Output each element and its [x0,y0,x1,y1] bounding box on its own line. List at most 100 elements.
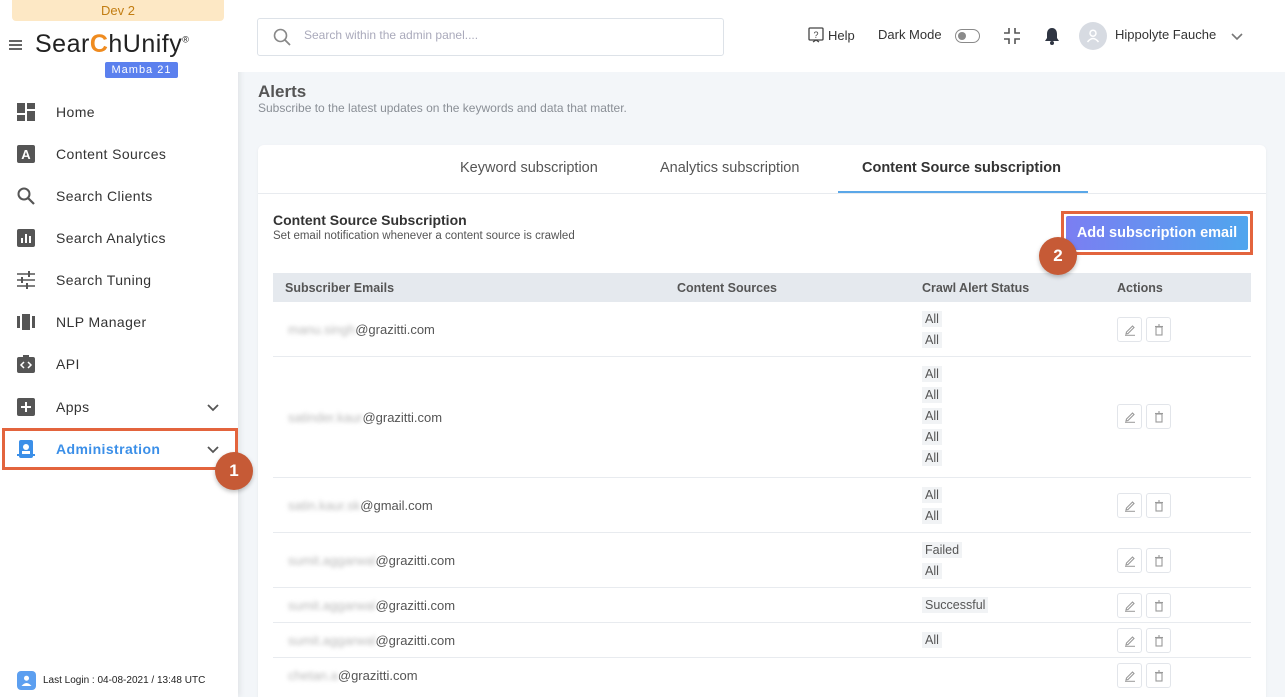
delete-button[interactable] [1146,663,1171,688]
subscriber-email: chetan.a@grazitti.com [288,668,418,683]
delete-button[interactable] [1146,317,1171,342]
edit-button[interactable] [1117,493,1142,518]
trash-icon [1154,634,1163,647]
edit-button[interactable] [1117,663,1142,688]
chevron-down-icon[interactable] [206,400,220,414]
help-icon: ? [808,27,824,43]
crawl-alert-status: Failed All [922,542,963,584]
chevron-down-icon[interactable] [1231,30,1243,42]
trash-icon [1154,669,1163,682]
bell-icon[interactable] [1044,27,1060,45]
delete-button[interactable] [1146,404,1171,429]
crawl-alert-status: Successful [922,597,989,618]
status-badge: Failed [922,542,963,558]
row-actions [1117,493,1171,518]
page-subtitle: Subscribe to the latest updates on the k… [258,101,627,115]
crawl-alert-status: All All [922,311,942,353]
edit-button[interactable] [1117,548,1142,573]
status-badge: All [922,311,942,327]
sidebar-item-search-analytics[interactable]: Search Analytics [0,220,238,256]
table-row: satin.kaur.sk@gmail.com All All [273,478,1251,533]
status-badge: All [922,332,942,348]
pencil-icon [1124,500,1135,512]
search-icon [17,187,35,205]
crawl-alert-status: All All [922,487,942,529]
row-actions [1117,317,1171,342]
subscription-card: Keyword subscription Analytics subscript… [258,145,1266,697]
tab-analytics-subscription[interactable]: Analytics subscription [660,160,799,176]
status-badge: All [922,366,942,382]
sidebar-item-nlp-manager[interactable]: NLP Manager [0,304,238,340]
row-actions [1117,548,1171,573]
edit-button[interactable] [1117,628,1142,653]
column-header: Crawl Alert Status [922,281,1030,295]
sidebar-item-content-sources[interactable]: A Content Sources [0,136,238,172]
table-row: chetan.a@grazitti.com [273,658,1251,697]
tab-content-source-subscription[interactable]: Content Source subscription [862,160,1061,176]
tab-keyword-subscription[interactable]: Keyword subscription [460,160,598,176]
status-badge: All [922,632,942,648]
crawl-alert-status: All All All All All [922,366,942,471]
user-name[interactable]: Hippolyte Fauche [1115,27,1216,42]
delete-button[interactable] [1146,493,1171,518]
edit-button[interactable] [1117,593,1142,618]
edit-button[interactable] [1117,404,1142,429]
subscriber-email: satinder.kaur@grazitti.com [288,410,443,425]
crawl-alert-status: All [922,632,942,653]
nlp-icon [17,313,35,331]
add-subscription-email-button[interactable]: Add subscription email [1066,216,1248,250]
status-badge: All [922,408,942,424]
delete-button[interactable] [1146,593,1171,618]
dark-mode-toggle[interactable] [955,29,980,43]
row-actions [1117,628,1171,653]
svg-text:?: ? [813,30,818,40]
status-badge: All [922,387,942,403]
dark-mode-label: Dark Mode [878,27,942,42]
row-actions [1117,593,1171,618]
menu-icon[interactable] [9,40,22,50]
section-subtitle: Set email notification whenever a conten… [273,230,575,242]
letter-a-icon: A [17,145,35,163]
sidebar-item-home[interactable]: Home [0,94,238,130]
section-title: Content Source Subscription [273,212,467,228]
avatar[interactable] [1079,22,1107,50]
sidebar-item-search-clients[interactable]: Search Clients [0,178,238,214]
sidebar-item-search-tuning[interactable]: Search Tuning [0,262,238,298]
pencil-icon [1124,324,1135,336]
sidebar-item-apps[interactable]: Apps [0,389,238,425]
bar-chart-icon [17,229,35,247]
pencil-icon [1124,635,1135,647]
user-icon [1086,29,1100,43]
user-icon [17,671,36,690]
delete-button[interactable] [1146,628,1171,653]
delete-button[interactable] [1146,548,1171,573]
top-bar: ? Help Dark Mode Hippolyte Fauche [238,0,1285,72]
table-row: satinder.kaur@grazitti.com All All All A… [273,357,1251,478]
table-row: sumit.aggarwal@grazitti.com Successful [273,588,1251,623]
sidebar-item-api[interactable]: API [0,346,238,382]
trash-icon [1154,554,1163,567]
compress-icon[interactable] [1004,28,1020,44]
search-input[interactable] [304,28,704,42]
trash-icon [1154,410,1163,423]
table-row: sumit.aggarwal@grazitti.com Failed All [273,533,1251,588]
subscriber-email: manu.singh@grazitti.com [288,322,435,337]
searchunify-logo[interactable]: SearChUnify® [35,30,189,59]
pencil-icon [1124,600,1135,612]
row-actions [1117,663,1171,688]
version-badge: Mamba 21 [105,62,178,78]
column-header: Actions [1117,281,1163,295]
svg-text:A: A [21,147,31,162]
help-link[interactable]: ? Help [808,27,855,43]
column-header: Subscriber Emails [285,281,395,295]
status-badge: All [922,487,942,503]
column-header: Content Sources [677,281,778,295]
admin-search[interactable] [257,18,724,56]
status-badge: Successful [922,597,989,613]
page-title: Alerts [258,82,307,101]
edit-button[interactable] [1117,317,1142,342]
pencil-icon [1124,555,1135,567]
administration-highlight [2,428,238,470]
status-badge: All [922,429,942,445]
sidebar: Dev 2 SearChUnify® Mamba 21 Home A Conte… [0,0,238,697]
